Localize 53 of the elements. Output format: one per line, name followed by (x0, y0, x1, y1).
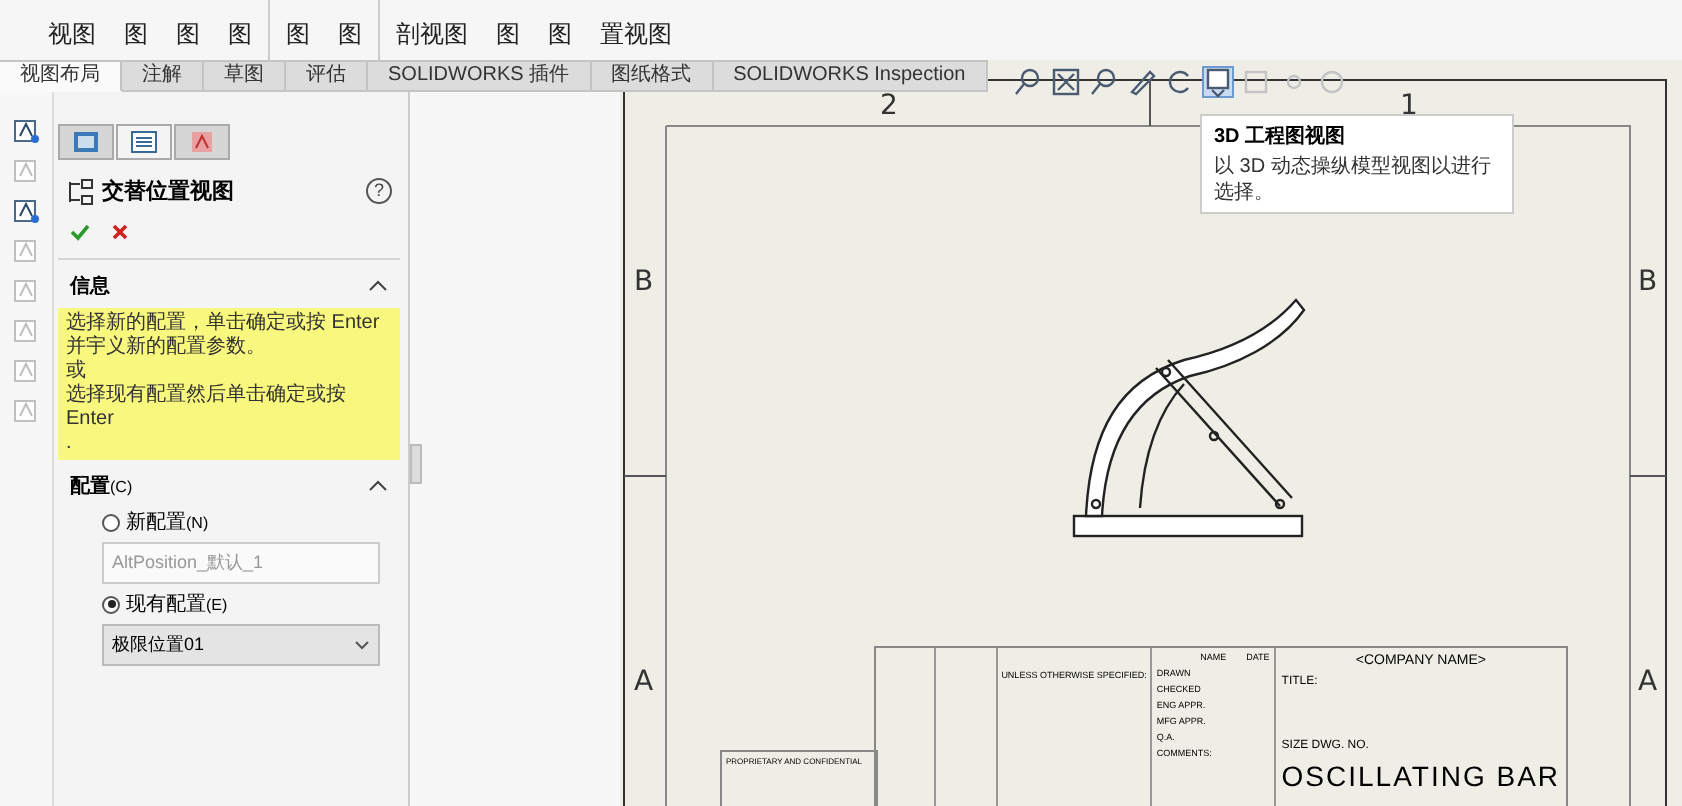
ribbon-button[interactable]: 剖视图 (396, 20, 468, 48)
zone-label: A (1638, 666, 1658, 698)
tab[interactable]: 评估 (286, 60, 368, 92)
zoom-area-icon[interactable] (1088, 66, 1120, 98)
view-icon[interactable] (12, 196, 40, 224)
panel-tab-icon[interactable] (116, 124, 172, 160)
drawing-title: OSCILLATING BAR (1281, 760, 1561, 792)
view-icon[interactable] (12, 116, 40, 144)
radio-button[interactable] (102, 595, 120, 613)
panel-tab-icon[interactable] (58, 124, 114, 160)
section-title: 信息 (70, 273, 110, 300)
help-button[interactable]: ? (366, 178, 392, 204)
ribbon-button[interactable]: 图 (286, 20, 310, 48)
ribbon-button[interactable]: 图 (228, 20, 252, 48)
zoom-fit-icon[interactable] (1050, 66, 1082, 98)
zone-label: B (1638, 266, 1658, 298)
radio-label[interactable]: 现有配置(E) (126, 590, 228, 618)
zone-label: B (634, 266, 654, 298)
view-tree-icon (66, 177, 94, 205)
panel-tab-icon[interactable] (174, 124, 230, 160)
caret-icon (354, 640, 370, 650)
ribbon-button[interactable]: 置视图 (600, 20, 672, 48)
ribbon-button[interactable]: 图 (176, 20, 200, 48)
ok-icon[interactable] (70, 222, 90, 242)
tab[interactable]: 注解 (122, 60, 204, 92)
zone-label: A (634, 666, 654, 698)
tab[interactable]: SOLIDWORKS 插件 (368, 60, 592, 92)
tooltip-title: 3D 工程图视图 (1214, 123, 1348, 150)
panel-handle[interactable] (410, 444, 422, 484)
ribbon-button[interactable]: 视图 (48, 20, 96, 48)
ribbon-button[interactable]: 图 (496, 20, 520, 48)
collapse-icon[interactable] (368, 280, 388, 292)
ribbon-button[interactable]: 图 (338, 20, 362, 48)
zone-label: 1 (1400, 90, 1418, 122)
tab[interactable]: SOLIDWORKS Inspection (713, 60, 988, 92)
ribbon-button[interactable]: 图 (548, 20, 572, 48)
section-title: 配置(C) (70, 473, 133, 500)
ribbon-button[interactable]: 图 (124, 20, 148, 48)
tab[interactable]: 草图 (204, 60, 286, 92)
tooltip-text: 以 3D 动态操纵模型视图以进行选择。 (1214, 154, 1493, 206)
cancel-icon[interactable] (110, 222, 130, 242)
configuration-dropdown[interactable]: 极限位置01 (102, 624, 380, 666)
info-message: 选择新的配置，单击确定或按 Enter 并宇义新的配置参数。 或 选择现有配置然后单击确定或按 Enter . (58, 308, 400, 460)
drawing-view-icon[interactable] (1202, 66, 1234, 98)
zone-label: 2 (880, 90, 898, 122)
zoom-icon[interactable] (1012, 66, 1044, 98)
panel-title: 交替位置视图 (102, 177, 236, 206)
collapse-icon[interactable] (368, 480, 388, 492)
tab[interactable]: 图纸格式 (591, 60, 714, 92)
radio-button[interactable] (102, 513, 120, 531)
pencil-icon[interactable] (1126, 66, 1158, 98)
tab[interactable]: 视图布局 (0, 60, 122, 92)
radio-label[interactable]: 新配置(N) (126, 508, 209, 536)
